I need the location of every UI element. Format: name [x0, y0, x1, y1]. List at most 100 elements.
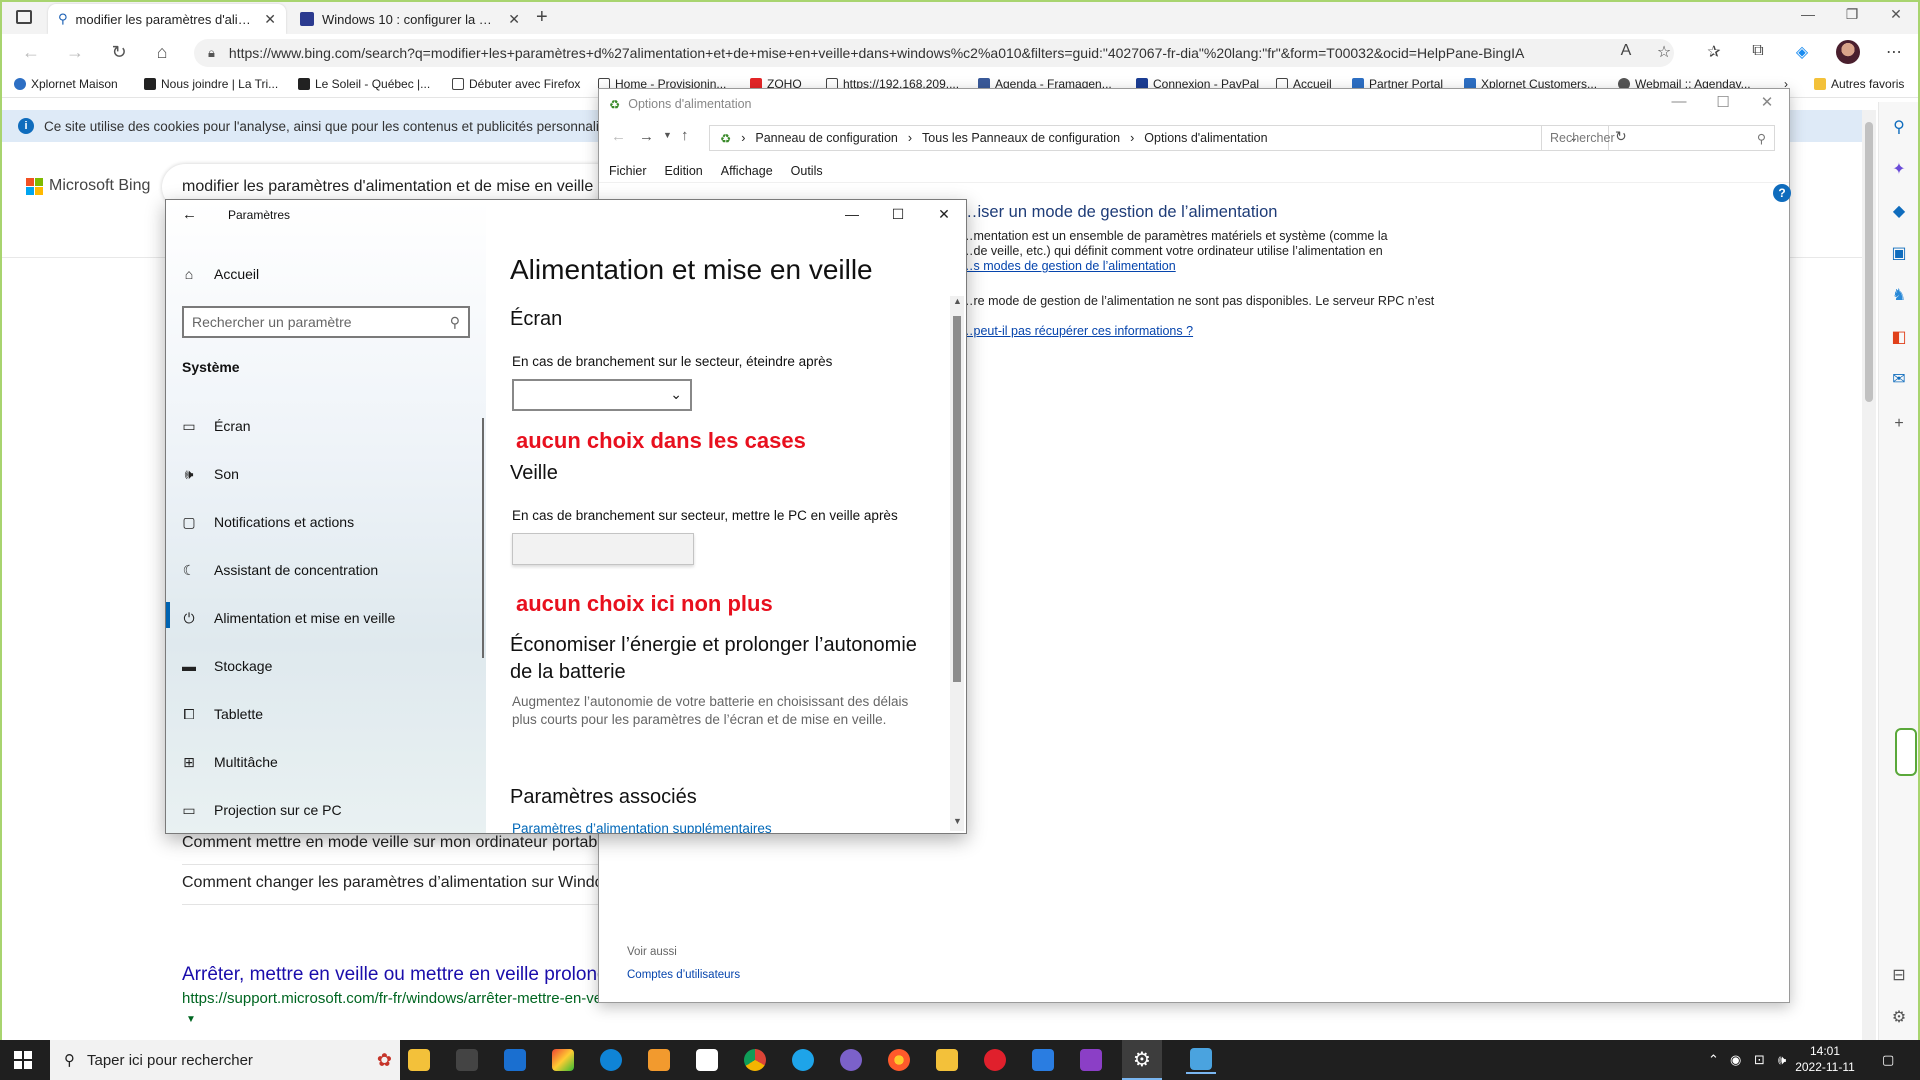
- search-result-title[interactable]: Arrêter, mettre en veille ou mettre en v…: [182, 964, 629, 986]
- shopping-icon[interactable]: ◆: [1887, 200, 1911, 224]
- tray-chevron-icon[interactable]: ⌃: [1708, 1052, 1719, 1068]
- taskbar-app-proton-icon[interactable]: [836, 1046, 866, 1074]
- settings-search-input[interactable]: Rechercher un paramètre ⚲: [182, 306, 470, 338]
- settings-icon[interactable]: ⚙: [1887, 1006, 1911, 1030]
- related-question[interactable]: Comment changer les paramètres d’aliment…: [182, 874, 623, 892]
- power-plans-link[interactable]: …s modes de gestion de l’alimentation: [961, 259, 1176, 273]
- taskbar-app-mask-icon[interactable]: [1076, 1046, 1106, 1074]
- forward-icon[interactable]: →: [639, 128, 654, 145]
- tab-windows10[interactable]: Windows 10 : configurer la mise en veill…: [290, 4, 530, 34]
- minimize-icon[interactable]: —: [1659, 93, 1699, 110]
- close-tab-icon[interactable]: ✕: [264, 11, 276, 28]
- network-icon[interactable]: ⊡: [1754, 1052, 1765, 1068]
- close-tab-icon[interactable]: ✕: [508, 11, 520, 28]
- other-favorites-folder[interactable]: Autres favoris: [1814, 77, 1904, 91]
- home-icon[interactable]: ⌂: [149, 42, 175, 63]
- office-icon[interactable]: ◧: [1887, 326, 1911, 350]
- sidebar-item-projection[interactable]: ▭ Projection sur ce PC: [180, 795, 341, 825]
- profile-avatar[interactable]: [1836, 40, 1860, 64]
- bing-logo[interactable]: Microsoft Bing: [26, 177, 150, 195]
- user-accounts-link[interactable]: Comptes d’utilisateurs: [627, 969, 740, 981]
- start-icon[interactable]: [14, 1051, 32, 1069]
- scrollbar-thumb[interactable]: [1865, 122, 1873, 402]
- edge-extension-icon[interactable]: ◈: [1790, 42, 1814, 62]
- clock[interactable]: 14:01 2022-11-11: [1780, 1043, 1870, 1075]
- add-favorite-icon[interactable]: ☆: [1652, 42, 1676, 62]
- additional-power-settings-link[interactable]: Paramètres d’alimentation supplémentaire…: [512, 821, 772, 833]
- sleep-timeout-dropdown[interactable]: [512, 533, 694, 565]
- taskbar-app-remote-icon[interactable]: [1028, 1046, 1058, 1074]
- floating-widget[interactable]: [1895, 728, 1917, 776]
- tools-icon[interactable]: ▣: [1887, 242, 1911, 266]
- menu-tools[interactable]: Outils: [791, 164, 823, 178]
- content-scrollbar[interactable]: ▲ ▼: [950, 296, 964, 831]
- sidebar-item-tablet[interactable]: ⧠ Tablette: [180, 699, 263, 729]
- notification-center-icon[interactable]: ▢: [1882, 1052, 1894, 1068]
- taskbar-app-firefox-icon[interactable]: [884, 1046, 914, 1074]
- taskbar-app-chrome-icon[interactable]: [740, 1046, 770, 1074]
- taskbar-app-folder-icon[interactable]: [932, 1046, 962, 1074]
- why-link[interactable]: …peut-il pas récupérer ces informations …: [961, 324, 1193, 338]
- discover-icon[interactable]: ✦: [1887, 158, 1911, 182]
- refresh-icon[interactable]: ↻: [106, 42, 132, 63]
- sidebar-scrollbar[interactable]: [482, 418, 484, 658]
- minimize-icon[interactable]: —: [832, 206, 872, 222]
- taskbar-app-store-icon[interactable]: [500, 1046, 530, 1074]
- taskbar-app-media-icon[interactable]: [644, 1046, 674, 1074]
- back-icon[interactable]: ←: [182, 206, 197, 223]
- sidebar-item-sound[interactable]: 🕪︎ Son: [180, 459, 239, 489]
- related-question[interactable]: Comment mettre en mode veille sur mon or…: [182, 834, 610, 852]
- sidebar-item-storage[interactable]: ▬ Stockage: [180, 651, 272, 681]
- expand-icon[interactable]: ▼: [186, 1014, 196, 1025]
- menu-edit[interactable]: Edition: [665, 164, 703, 178]
- back-icon[interactable]: ←: [611, 128, 626, 145]
- address-bar[interactable]: 🔒︎ https://www.bing.com/search?q=modifie…: [194, 39, 1674, 67]
- cp-search-input[interactable]: Rechercher ⚲: [1541, 125, 1775, 151]
- new-tab-icon[interactable]: +: [536, 6, 548, 29]
- bookmark-xplornet-maison[interactable]: Xplornet Maison: [14, 77, 118, 91]
- taskbar-app-opera-icon[interactable]: [980, 1046, 1010, 1074]
- bookmark-la-tribune[interactable]: Nous joindre | La Tri...: [144, 77, 278, 91]
- restore-icon[interactable]: ❐: [1832, 6, 1872, 23]
- scrollbar-thumb[interactable]: [953, 316, 961, 682]
- help-icon[interactable]: ?: [1773, 184, 1791, 202]
- tray-app-icon[interactable]: ◉: [1730, 1052, 1741, 1068]
- search-icon[interactable]: ⚲: [1887, 116, 1911, 140]
- read-aloud-icon[interactable]: A: [1614, 42, 1638, 60]
- outlook-icon[interactable]: ✉: [1887, 368, 1911, 392]
- taskbar-app-edge-icon[interactable]: [596, 1046, 626, 1074]
- close-icon[interactable]: ✕: [1747, 93, 1787, 111]
- breadcrumb[interactable]: ♻ › Panneau de configuration › Tous les …: [709, 125, 1609, 151]
- maximize-icon[interactable]: ☐: [1703, 93, 1743, 111]
- taskbar-app-explorer-icon[interactable]: [404, 1046, 434, 1074]
- bookmark-le-soleil[interactable]: Le Soleil - Québec |...: [298, 77, 430, 91]
- menu-file[interactable]: Fichier: [609, 164, 647, 178]
- sidebar-item-home[interactable]: ⌂ Accueil: [180, 259, 259, 289]
- forward-icon[interactable]: →: [62, 42, 88, 63]
- tab-actions-icon[interactable]: [16, 10, 32, 24]
- split-screen-icon[interactable]: ⊟: [1887, 964, 1911, 988]
- taskbar-app-control-panel-icon[interactable]: [1186, 1046, 1216, 1074]
- minimize-icon[interactable]: —: [1788, 6, 1828, 22]
- maximize-icon[interactable]: ☐: [878, 206, 918, 223]
- recent-dropdown-icon[interactable]: ▼: [663, 130, 672, 140]
- taskbar-search-input[interactable]: ⚲ Taper ici pour rechercher ✿: [50, 1040, 400, 1080]
- taskbar-app-calculator-icon[interactable]: [452, 1046, 482, 1074]
- collections-icon[interactable]: ⧉: [1746, 42, 1770, 60]
- breadcrumb-item[interactable]: Panneau de configuration: [755, 131, 897, 145]
- bookmark-firefox[interactable]: Débuter avec Firefox: [452, 77, 580, 91]
- taskbar-app-paint-icon[interactable]: [548, 1046, 578, 1074]
- add-icon[interactable]: +: [1887, 412, 1911, 436]
- screen-timeout-dropdown[interactable]: ⌄: [512, 379, 692, 411]
- taskbar-app-notepad-icon[interactable]: [692, 1046, 722, 1074]
- sidebar-item-multitasking[interactable]: ⊞ Multitâche: [180, 747, 278, 777]
- sidebar-item-focus-assist[interactable]: ☾ Assistant de concentration: [180, 555, 379, 585]
- close-icon[interactable]: ✕: [924, 206, 964, 223]
- sidebar-item-display[interactable]: ▭ Écran: [180, 411, 250, 441]
- close-window-icon[interactable]: ✕: [1876, 6, 1916, 23]
- up-icon[interactable]: ↑: [681, 127, 689, 144]
- scroll-up-icon[interactable]: ▲: [953, 296, 962, 306]
- favorites-icon[interactable]: ✰: [1702, 42, 1726, 62]
- sidebar-item-power-sleep[interactable]: ⏻ Alimentation et mise en veille: [180, 603, 395, 633]
- breadcrumb-item[interactable]: Options d'alimentation: [1144, 131, 1267, 145]
